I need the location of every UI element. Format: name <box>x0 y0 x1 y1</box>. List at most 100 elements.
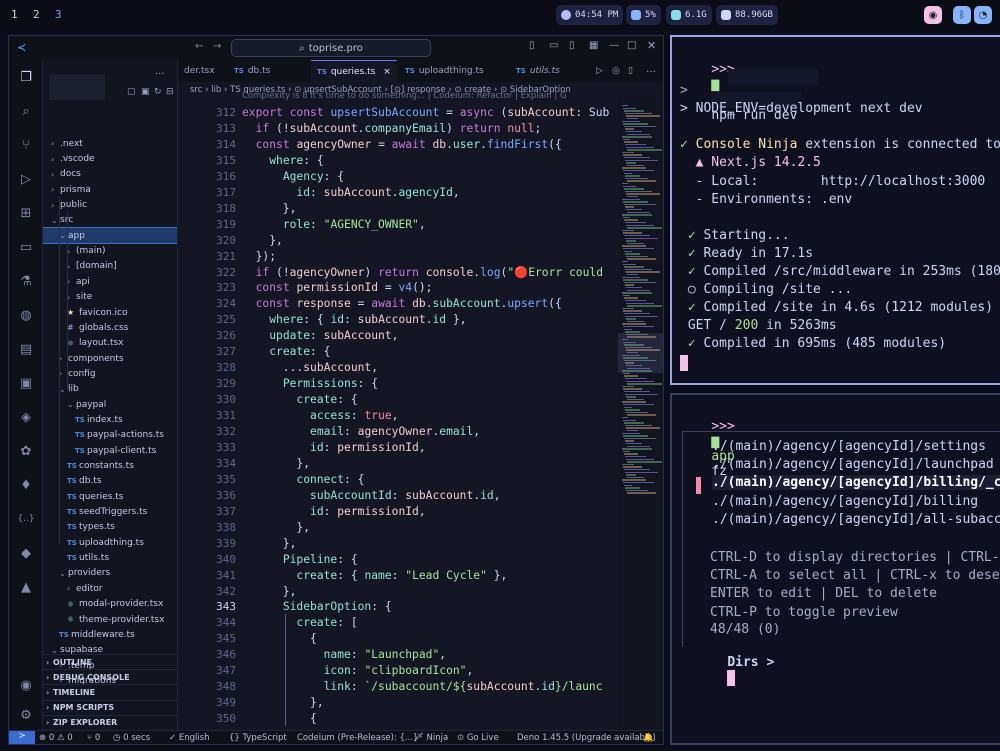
go-live-button[interactable]: ⊙ Go Live <box>457 733 499 743</box>
minimize-icon[interactable]: — <box>609 40 619 51</box>
split-editor-icon[interactable]: ▯ <box>628 66 633 76</box>
command-center[interactable]: ⌕ toprise.pro <box>231 39 431 57</box>
json-icon[interactable]: {..} <box>17 510 35 528</box>
deno-status[interactable]: Deno 1.45.5 (Upgrade available) <box>517 733 656 743</box>
code-line[interactable]: access: true, <box>242 409 398 422</box>
settings-gear-icon[interactable]: ⚙ <box>17 706 35 724</box>
extensions-icon[interactable]: ⊞ <box>17 204 35 222</box>
section-zip-explorer[interactable]: › ZIP EXPLORER <box>43 714 177 730</box>
tree-item[interactable]: › .vscode <box>43 151 177 166</box>
tree-item[interactable]: TS constants.ts <box>43 458 177 473</box>
tree-item[interactable]: ⌄src <box>43 213 177 228</box>
code-line[interactable]: }, <box>242 202 297 215</box>
gitlens-icon[interactable]: ✿ <box>17 442 35 460</box>
code-line[interactable]: id: permissionId, <box>242 441 426 454</box>
clock-widget[interactable]: 04:54 PM <box>556 5 624 25</box>
code-line[interactable]: email: agencyOwner.email, <box>242 425 480 438</box>
memory-widget[interactable]: 6.1G <box>666 5 712 25</box>
code-line[interactable]: id: subAccount.agencyId, <box>242 186 459 199</box>
tree-item[interactable]: TS middleware.ts <box>43 627 177 642</box>
section-outline[interactable]: › OUTLINE <box>43 654 177 669</box>
timer-indicator[interactable]: ◷ 0 secs <box>113 733 150 743</box>
remote-indicator-icon[interactable]: ≻ <box>9 731 35 744</box>
code-line[interactable]: role: "AGENCY_OWNER", <box>242 218 426 231</box>
code-line[interactable]: }, <box>242 521 310 534</box>
account-icon[interactable]: ◉ <box>17 676 35 694</box>
tree-item[interactable]: › (main) <box>43 243 177 258</box>
code-line[interactable]: SidebarOption: { <box>242 600 392 613</box>
code-line[interactable]: }); <box>242 250 276 263</box>
mongodb-icon[interactable]: ♦ <box>17 476 35 494</box>
tree-item[interactable]: TS uploadthing.ts <box>43 535 177 550</box>
explorer-more-button[interactable]: ... <box>155 66 165 77</box>
tab-close-icon[interactable]: × <box>383 67 391 77</box>
fzf-input-line[interactable]: Dirs > <box>696 640 774 701</box>
tree-item[interactable]: TS seedTriggers.ts <box>43 504 177 519</box>
source-control-icon[interactable]: ⑂ <box>17 136 35 154</box>
code-line[interactable]: }, <box>242 585 297 598</box>
run-debug-icon[interactable]: ▷ <box>17 170 35 188</box>
tree-item[interactable]: TS utils.ts <box>43 550 177 565</box>
tab-db-ts[interactable]: TS db.ts <box>228 60 276 82</box>
terminal-fzf[interactable]: >>> ▆ app fz ./(main)/agency/[agencyId]/… <box>670 393 1000 745</box>
tree-item[interactable]: › components <box>43 351 177 366</box>
tree-item[interactable]: › docs <box>43 167 177 182</box>
tree-item[interactable]: › public <box>43 197 177 212</box>
section-debug-console[interactable]: › DEBUG CONSOLE <box>43 669 177 684</box>
tray-app-icon[interactable]: ◉ <box>924 6 942 24</box>
tree-item[interactable]: › .next <box>43 136 177 151</box>
ports-indicator[interactable]: ⑂ 0 <box>87 733 100 743</box>
code-line[interactable]: const response = await db.subAccount.ups… <box>242 297 562 310</box>
tree-item[interactable]: ⚛ layout.tsx <box>43 336 177 351</box>
docker-icon[interactable]: ◆ <box>17 544 35 562</box>
tree-item[interactable]: TS types.ts <box>43 520 177 535</box>
run-icon[interactable]: ▷ <box>596 66 603 76</box>
codelens-hint[interactable]: Complexity is 8 it's time to do somethin… <box>242 91 567 101</box>
fzf-result-item[interactable]: ./(main)/agency/[agencyId]/all-subacco <box>712 512 1000 527</box>
refresh-icon[interactable]: ↻ <box>154 87 162 97</box>
code-line[interactable]: const agencyOwner = await db.user.findFi… <box>242 138 562 151</box>
code-area[interactable]: Complexity is 8 it's time to do somethin… <box>178 91 616 730</box>
code-line[interactable]: icon: "clipboardIcon", <box>242 664 474 677</box>
code-line[interactable]: connect: { <box>242 473 364 486</box>
code-line[interactable]: if (!subAccount.companyEmail) return nul… <box>242 122 542 135</box>
terminal-icon[interactable]: ▣ <box>17 374 35 392</box>
editor-more-icon[interactable]: … <box>646 64 656 75</box>
back-arrow-icon[interactable]: ← <box>195 41 203 52</box>
tree-item[interactable]: › api <box>43 274 177 289</box>
code-line[interactable]: { <box>242 632 317 645</box>
code-line[interactable]: const permissionId = v4(); <box>242 281 433 294</box>
fzf-result-item[interactable]: ./(main)/agency/[agencyId]/launchpad <box>712 457 994 472</box>
maximize-icon[interactable]: □ <box>627 40 636 51</box>
tree-item[interactable]: ⌄ providers <box>43 566 177 581</box>
spell-check-language[interactable]: ✓ English <box>169 733 210 743</box>
code-line[interactable]: }, <box>242 234 283 247</box>
layout-icon[interactable]: ▦ <box>589 40 598 51</box>
bluetooth-icon[interactable]: ᛒ <box>953 6 971 24</box>
code-line[interactable]: export const upsertSubAccount = async (s… <box>242 106 609 119</box>
tree-item[interactable]: TS paypal-client.ts <box>43 443 177 458</box>
new-folder-icon[interactable]: ▣ <box>141 87 150 97</box>
tree-item[interactable]: # globals.css <box>43 320 177 335</box>
tree-item[interactable]: › config <box>43 366 177 381</box>
fzf-result-item[interactable]: ./(main)/agency/[agencyId]/billing/_co <box>712 475 1000 491</box>
tree-item[interactable]: TS paypal-actions.ts <box>43 428 177 443</box>
visual-studio-icon[interactable]: ◈ <box>17 408 35 426</box>
wifi-icon[interactable]: ◔ <box>974 6 992 24</box>
minimap-slider[interactable] <box>618 333 663 373</box>
notifications-icon[interactable]: 🔔 <box>643 733 654 743</box>
tab-uploadthing-ts[interactable]: TS uploadthing.ts <box>399 60 490 82</box>
tree-item[interactable]: › site <box>43 290 177 305</box>
problems-indicator[interactable]: ⊗ 0 ⚠ 0 <box>39 733 73 743</box>
code-line[interactable]: where: { <box>242 154 323 167</box>
code-line[interactable]: subAccountId: subAccount.id, <box>242 489 500 502</box>
code-line[interactable]: create: { name: "Lead Cycle" }, <box>242 569 507 582</box>
tree-item[interactable]: ⌄ lib <box>43 382 177 397</box>
language-mode[interactable]: {} TypeScript <box>229 733 287 743</box>
workspace-1[interactable]: 1 <box>11 8 18 21</box>
code-line[interactable]: name: "Launchpad", <box>242 648 446 661</box>
code-line[interactable]: create: { <box>242 345 330 358</box>
tree-item[interactable]: ⌄ paypal <box>43 397 177 412</box>
toggle-sidebar-icon[interactable]: ▯ <box>529 40 535 51</box>
code-line[interactable]: Permissions: { <box>242 377 378 390</box>
